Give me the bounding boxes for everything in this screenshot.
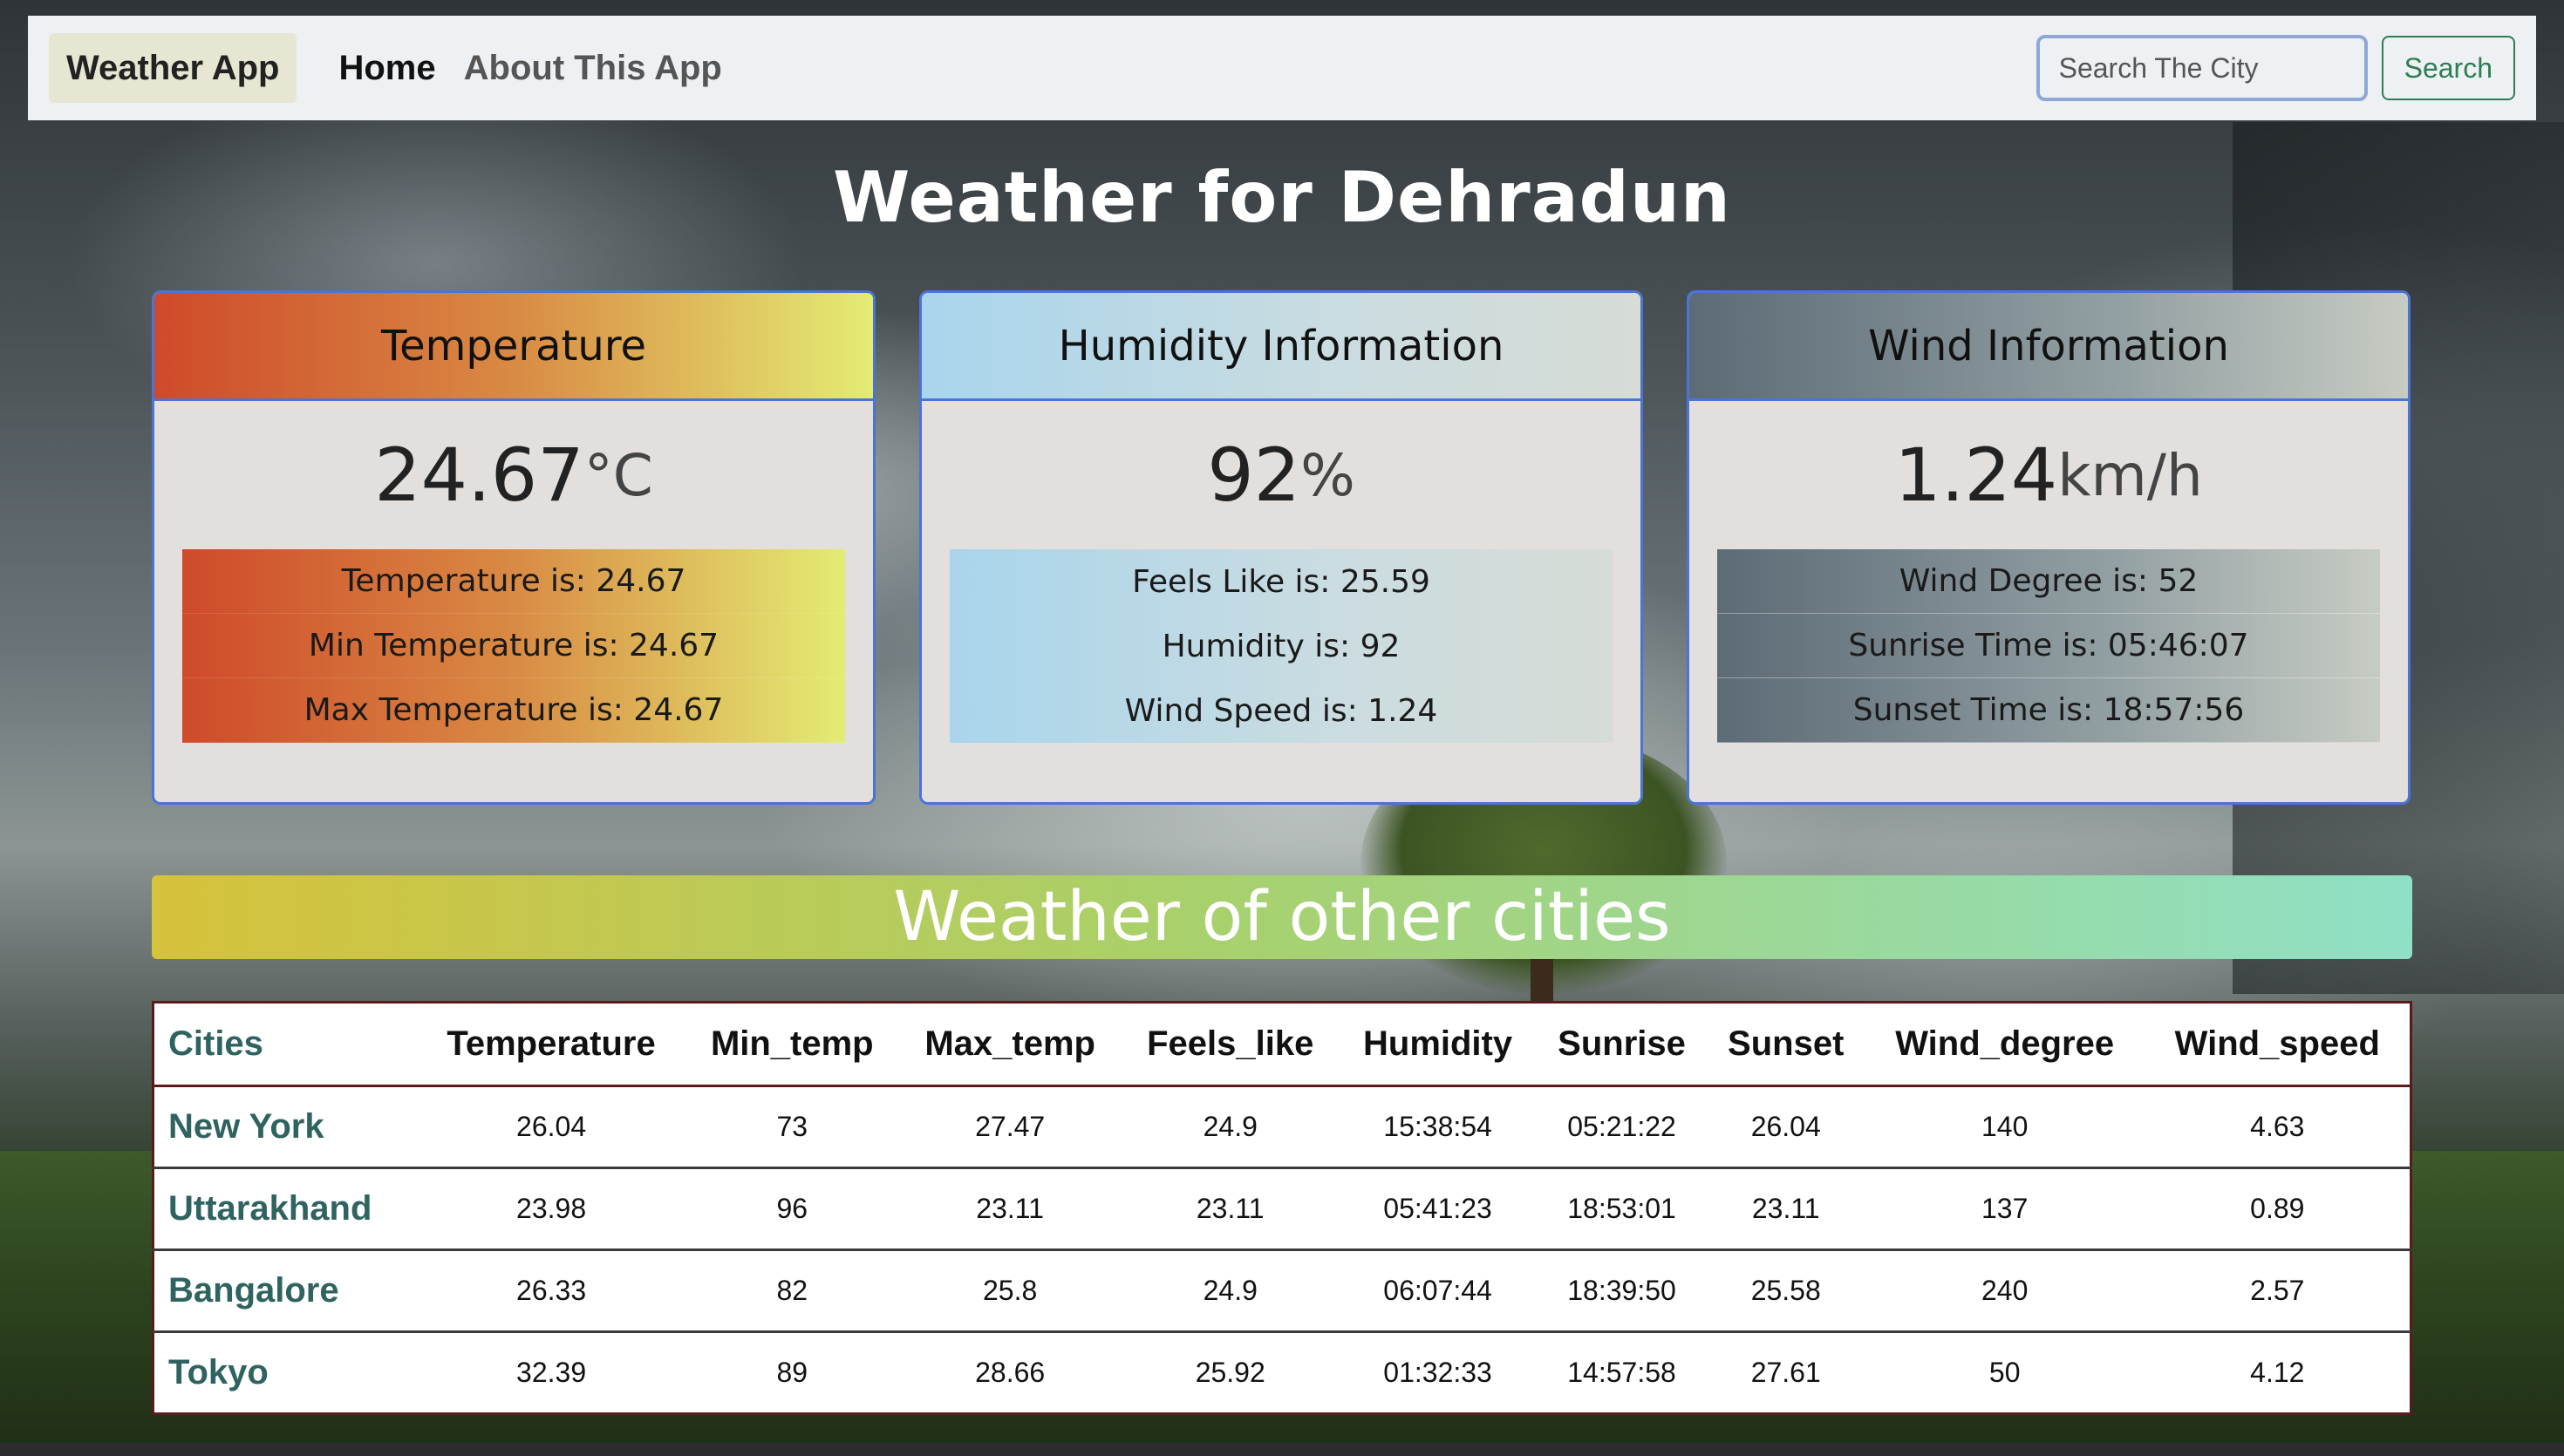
cell-wind-degree: 137 xyxy=(1864,1167,2145,1251)
cell-max-temp: 23.11 xyxy=(898,1167,1122,1251)
cell-sunrise: 14:57:58 xyxy=(1567,1357,1676,1388)
column-header-temperature: Temperature xyxy=(417,1002,686,1087)
temperature-card-title: Temperature xyxy=(154,293,873,401)
wind-card: Wind Information 1.24 km/h Wind Degree is… xyxy=(1687,290,2411,805)
cell-wind-speed: 4.12 xyxy=(2250,1357,2305,1388)
column-header-feels-like: Feels_like xyxy=(1121,1002,1340,1087)
column-header-max-temp: Max_temp xyxy=(898,1002,1122,1087)
humidity-value: 92 xyxy=(1207,432,1301,518)
cell-feels-like: 24.9 xyxy=(1121,1085,1340,1169)
cell-wind-degree: 140 xyxy=(1864,1085,2145,1169)
cell-sunset: 23.11 xyxy=(1707,1167,1865,1251)
city-name: Tokyo xyxy=(168,1353,269,1391)
cell-wind-speed: 4.63 xyxy=(2145,1085,2411,1169)
column-header-wind-speed: Wind_speed xyxy=(2145,1002,2411,1087)
nav-link-home[interactable]: Home xyxy=(338,49,435,88)
cell-sunrise: 18:53:01 xyxy=(1536,1167,1708,1251)
table-header-row: Cities Temperature Min_temp Max_temp Fee… xyxy=(153,1002,2411,1087)
cell-humidity: 01:32:33 xyxy=(1383,1357,1492,1388)
cell-min-temp: 82 xyxy=(685,1249,899,1333)
wind-card-title: Wind Information xyxy=(1689,293,2408,401)
cell-humidity: 15:38:54 xyxy=(1339,1085,1537,1169)
city-name: New York xyxy=(153,1085,418,1169)
cell-max-temp: 25.8 xyxy=(898,1249,1122,1333)
cell-temperature: 32.39 xyxy=(516,1357,587,1388)
cell-sunset: 27.61 xyxy=(1750,1357,1821,1388)
humidity-value-display: 92% xyxy=(922,401,1640,549)
other-cities-table: Cities Temperature Min_temp Max_temp Fee… xyxy=(152,1001,2412,1415)
cell-wind-speed: 0.89 xyxy=(2145,1167,2411,1251)
wind-details: Wind Degree is: 52 Sunrise Time is: 05:4… xyxy=(1717,549,2380,743)
city-name: Uttarakhand xyxy=(153,1167,418,1251)
column-header-humidity: Humidity xyxy=(1339,1002,1537,1087)
cell-min-temp: 89 xyxy=(776,1357,808,1388)
cell-sunset: 25.58 xyxy=(1707,1249,1865,1333)
cell-feels-like: 25.92 xyxy=(1195,1357,1265,1388)
temperature-value-display: 24.67 °C xyxy=(154,401,873,549)
temperature-card: Temperature 24.67 °C Temperature is: 24.6… xyxy=(152,290,876,805)
wind-value-display: 1.24 km/h xyxy=(1689,401,2408,549)
min-temperature-row: Min Temperature is: 24.67 xyxy=(182,614,845,678)
column-header-sunset: Sunset xyxy=(1707,1002,1865,1087)
feels-like-row: Feels Like is: 25.59 xyxy=(1132,563,1430,600)
wind-speed-row: Wind Speed is: 1.24 xyxy=(1124,692,1438,729)
cell-sunset: 26.04 xyxy=(1707,1085,1865,1169)
cell-humidity: 06:07:44 xyxy=(1339,1249,1537,1333)
table-row: Tokyo 32.39 89 28.66 25.92 01:32:33 14:5… xyxy=(153,1332,2411,1414)
humidity-card-title: Humidity Information xyxy=(922,293,1640,401)
table-row: Uttarakhand 23.98 96 23.11 23.11 05:41:2… xyxy=(153,1167,2411,1251)
cell-wind-degree: 240 xyxy=(1864,1249,2145,1333)
cell-sunrise: 05:21:22 xyxy=(1536,1085,1708,1169)
humidity-card: Humidity Information 92% Feels Like is: … xyxy=(919,290,1643,805)
temperature-value: 24.67 xyxy=(374,432,584,518)
cell-temperature: 26.04 xyxy=(417,1085,686,1169)
humidity-details: Feels Like is: 25.59 Humidity is: 92 Win… xyxy=(950,549,1613,743)
cell-wind-speed: 2.57 xyxy=(2145,1249,2411,1333)
navbar: Weather App Home About This App Search xyxy=(28,16,2536,120)
cell-humidity: 05:41:23 xyxy=(1339,1167,1537,1251)
bottom-strip xyxy=(0,1443,2564,1456)
cell-temperature: 23.98 xyxy=(417,1167,686,1251)
cell-feels-like: 23.11 xyxy=(1121,1167,1340,1251)
page-title: Weather for Dehradun xyxy=(833,157,1731,238)
cell-wind-degree: 50 xyxy=(1988,1357,2021,1388)
table-row: New York 26.04 73 27.47 24.9 15:38:54 05… xyxy=(153,1085,2411,1169)
column-header-sunrise: Sunrise xyxy=(1536,1002,1708,1087)
wind-degree-row: Wind Degree is: 52 xyxy=(1717,549,2380,614)
cell-max-temp: 28.66 xyxy=(975,1357,1046,1388)
max-temperature-row: Max Temperature is: 24.67 xyxy=(182,678,845,743)
sunrise-time-row: Sunrise Time is: 05:46:07 xyxy=(1717,614,2380,678)
table-row: Bangalore 26.33 82 25.8 24.9 06:07:44 18… xyxy=(153,1249,2411,1333)
wind-value: 1.24 xyxy=(1894,432,2058,518)
brand-link[interactable]: Weather App xyxy=(49,33,297,103)
cell-min-temp: 96 xyxy=(685,1167,899,1251)
city-search-input[interactable] xyxy=(2036,35,2368,101)
cell-max-temp: 27.47 xyxy=(898,1085,1122,1169)
cell-feels-like: 24.9 xyxy=(1121,1249,1340,1333)
other-cities-banner: Weather of other cities xyxy=(152,875,2412,959)
temperature-details: Temperature is: 24.67 Min Temperature is… xyxy=(182,549,845,743)
temperature-unit: °C xyxy=(583,441,653,509)
temperature-detail-row: Temperature is: 24.67 xyxy=(182,549,845,614)
nav-link-about[interactable]: About This App xyxy=(464,49,722,88)
column-header-min-temp: Min_temp xyxy=(685,1002,899,1087)
cell-sunrise: 18:39:50 xyxy=(1536,1249,1708,1333)
column-header-cities: Cities xyxy=(153,1002,418,1087)
column-header-wind-degree: Wind_degree xyxy=(1864,1002,2145,1087)
sunset-time-row: Sunset Time is: 18:57:56 xyxy=(1717,678,2380,743)
humidity-unit: % xyxy=(1300,441,1355,509)
cell-temperature: 26.33 xyxy=(417,1249,686,1333)
city-name: Bangalore xyxy=(153,1249,418,1333)
cell-min-temp: 73 xyxy=(685,1085,899,1169)
search-button[interactable]: Search xyxy=(2381,36,2515,100)
humidity-row: Humidity is: 92 xyxy=(1162,628,1401,664)
wind-unit: km/h xyxy=(2057,441,2203,509)
